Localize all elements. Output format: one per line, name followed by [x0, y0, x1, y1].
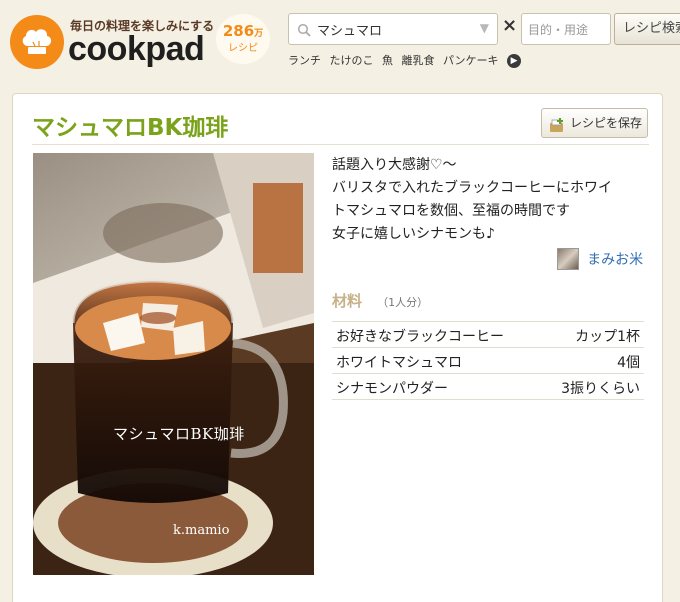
recipe-count: 286万	[222, 22, 264, 40]
keyword-link[interactable]: たけのこ	[330, 54, 374, 67]
ingredient-row: シナモンパウダー 3振りくらい	[332, 374, 644, 400]
description-line: 話題入り大感謝♡～	[332, 157, 457, 173]
logo-wordmark: cookpad	[68, 30, 205, 68]
ingredient-qty: 3振りくらい	[561, 381, 640, 397]
title-divider	[32, 144, 649, 145]
cookpad-logo[interactable]: 毎日の料理を楽しみにする cookpad	[10, 13, 214, 71]
ingredient-qty: 4個	[617, 355, 640, 371]
popular-keywords: ランチ たけのこ 魚 離乳食 パンケーキ ▶	[288, 52, 526, 68]
ingredient-name: お好きなブラックコーヒー	[336, 329, 504, 345]
clear-search-button[interactable]: ×	[502, 15, 517, 36]
author-link[interactable]: まみお米	[557, 248, 643, 272]
search-input[interactable]	[317, 19, 467, 39]
save-recipe-label: レシピを保存	[570, 116, 643, 130]
recipe-count-badge: 286万 レシピ	[216, 14, 270, 64]
recipe-search-button[interactable]: レシピ検索	[614, 13, 680, 45]
recipe-count-label: レシピ	[228, 43, 258, 54]
ingredients-header: 材料 （1人分）	[332, 290, 428, 311]
site-header: 毎日の料理を楽しみにする cookpad 286万 レシピ ▼ × レシピ検索 …	[0, 0, 680, 80]
ingredients-list: お好きなブラックコーヒー カップ1杯 ホワイトマシュマロ 4個 シナモンパウダー…	[332, 321, 644, 400]
servings: （1人分）	[377, 296, 429, 309]
photo-credit: k.mamio	[173, 523, 230, 538]
more-keywords-arrow-icon[interactable]: ▶	[507, 54, 522, 68]
description-line: トマシュマロを数個、至福の時間です	[332, 203, 570, 219]
ingredient-name: シナモンパウダー	[336, 381, 448, 397]
ingredient-row: ホワイトマシュマロ 4個	[332, 348, 644, 374]
ingredient-name: ホワイトマシュマロ	[336, 355, 462, 371]
keyword-link[interactable]: 離乳食	[402, 54, 435, 67]
recipe-photo[interactable]: マシュマロBK珈琲 k.mamio	[33, 153, 314, 575]
purpose-input[interactable]	[528, 20, 604, 40]
recipe-card: マシュマロBK珈琲 レシピを保存 マシュマロBK珈琲 k.mamio 話題入り大…	[12, 93, 663, 602]
dropdown-arrow-icon[interactable]: ▼	[480, 21, 489, 35]
keyword-link[interactable]: パンケーキ	[443, 54, 499, 67]
search-box[interactable]: ▼	[288, 13, 498, 45]
recipe-title: マシュマロBK珈琲	[32, 115, 229, 141]
author-name[interactable]: まみお米	[587, 252, 643, 268]
description-line: 女子に嬉しいシナモンも♪	[332, 226, 495, 242]
purpose-box[interactable]	[521, 13, 611, 45]
keyword-link[interactable]: 魚	[382, 54, 393, 67]
ingredient-qty: カップ1杯	[575, 329, 640, 345]
ingredient-row: お好きなブラックコーヒー カップ1杯	[332, 322, 644, 348]
save-recipe-button[interactable]: レシピを保存	[541, 108, 648, 138]
description-line: バリスタで入れたブラックコーヒーにホワイ	[332, 180, 612, 196]
search-icon	[297, 22, 311, 41]
ingredients-title: 材料	[332, 292, 363, 310]
photo-caption: マシュマロBK珈琲	[113, 425, 245, 443]
save-recipe-icon	[549, 115, 565, 143]
recipe-description: 話題入り大感謝♡～ バリスタで入れたブラックコーヒーにホワイ トマシュマロを数個…	[332, 154, 652, 246]
chef-hat-icon	[10, 15, 64, 69]
keyword-link[interactable]: ランチ	[288, 54, 321, 67]
author-avatar[interactable]	[557, 248, 579, 270]
